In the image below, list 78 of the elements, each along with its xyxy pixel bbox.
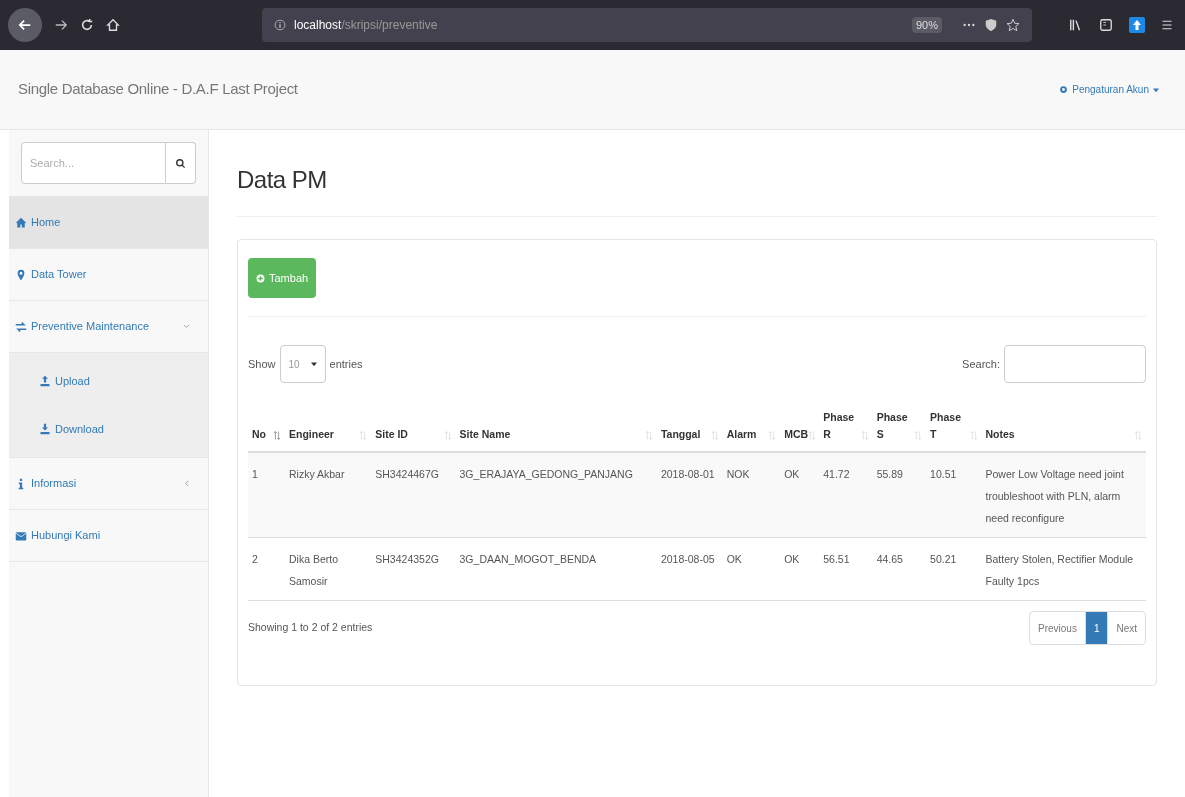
caret-icon: [310, 361, 317, 367]
pagination-button[interactable]: Previous: [1029, 612, 1085, 644]
pin-icon: [15, 268, 27, 281]
table-cell: 3G_ERAJAYA_GEDONG_PANJANG: [459, 468, 633, 480]
table-cell: NOK: [726, 468, 750, 480]
sort-ascending-icon[interactable]: [273, 430, 281, 443]
column-header[interactable]: Alarm: [726, 426, 757, 443]
column-header[interactable]: No: [252, 426, 266, 443]
add-button[interactable]: Tambah: [248, 258, 317, 298]
table-cell: 10.51: [930, 468, 957, 480]
table-cell: Power Low Voltage need joint troubleshoot with PLN, alarm need reconfigure: [985, 468, 1124, 524]
back-button[interactable]: [8, 8, 42, 42]
plus-icon: [256, 273, 265, 283]
menu-icon[interactable]: [1161, 18, 1173, 32]
column-header[interactable]: Site ID: [375, 426, 408, 443]
length-select[interactable]: 10: [279, 345, 326, 383]
table-cell: SH3424352G: [375, 553, 439, 565]
search-field[interactable]: Search...: [21, 142, 166, 184]
table-search-field[interactable]: [1004, 345, 1146, 383]
column-header[interactable]: MCB: [784, 426, 809, 443]
sidebar-icon[interactable]: [1099, 18, 1113, 32]
home-icon[interactable]: [106, 18, 120, 32]
forward-icon[interactable]: [54, 18, 68, 32]
table-cell: SH3424467G: [375, 468, 439, 480]
zoom-level[interactable]: 90%: [911, 16, 942, 34]
table-cell: 2: [252, 553, 258, 565]
sidebar-subitem[interactable]: Upload: [9, 357, 208, 405]
column-header[interactable]: Notes: [985, 426, 1015, 443]
table-cell: OK: [784, 553, 800, 565]
pagination-button[interactable]: Next: [1107, 612, 1145, 644]
length-label: entries: [329, 356, 363, 372]
table-cell: 44.65: [876, 553, 903, 565]
address-bar[interactable]: localhost/skripsi/preventive 90%: [262, 8, 1032, 42]
download-icon: [39, 423, 51, 435]
column-header[interactable]: Site Name: [459, 426, 511, 443]
table-cell: OK: [784, 468, 800, 480]
search-label: Search:: [962, 356, 1000, 372]
url-text: localhost/skripsi/preventive: [294, 17, 438, 34]
length-label: Show: [248, 356, 276, 372]
info-icon: [274, 19, 286, 31]
reload-icon[interactable]: [80, 18, 94, 32]
upload-icon: [39, 375, 51, 387]
column-header[interactable]: Tanggal: [660, 426, 701, 443]
page-title: Data PM: [237, 165, 328, 195]
back-arrow-icon: [18, 18, 32, 32]
table-cell: 55.89: [876, 468, 903, 480]
table-cell: OK: [726, 553, 742, 565]
table-cell: 2018-08-01: [660, 468, 715, 480]
exchange-icon: [15, 320, 27, 333]
account-menu[interactable]: Pengaturan Akun: [1059, 82, 1167, 97]
shield-icon[interactable]: [984, 18, 998, 32]
table-cell: 41.72: [823, 468, 850, 480]
table-cell: 2018-08-05: [660, 553, 715, 565]
star-icon[interactable]: [1006, 18, 1020, 32]
caret-icon: [1153, 86, 1159, 93]
table-cell: 3G_DAAN_MOGOT_BENDA: [459, 553, 597, 565]
library-icon[interactable]: [1069, 18, 1083, 32]
table-cell: 1: [252, 468, 258, 480]
search-button[interactable]: [166, 142, 196, 184]
table-cell: Dika Berto Samosir: [289, 553, 338, 587]
search-icon: [175, 157, 186, 169]
extension-icon[interactable]: [1129, 17, 1145, 33]
table-info: Showing 1 to 2 of 2 entries: [248, 620, 373, 636]
table-cell: Battery Stolen, Rectifier Module Faulty 1pcs: [985, 553, 1134, 587]
column-header[interactable]: Phase T: [930, 409, 961, 443]
gear-icon: [1059, 85, 1069, 94]
table-cell: Rizky Akbar: [289, 468, 345, 480]
column-header[interactable]: Engineer: [289, 426, 334, 443]
table-cell: 50.21: [930, 553, 957, 565]
brand-link[interactable]: Single Database Online - D.A.F Last Project: [18, 78, 298, 101]
sidebar-subitem[interactable]: Download: [9, 405, 208, 453]
home-icon: [15, 216, 27, 229]
sidebar-item[interactable]: Home: [9, 197, 208, 249]
pagination-button[interactable]: 1: [1084, 612, 1108, 644]
column-header[interactable]: Phase R: [823, 409, 855, 443]
table-cell: 56.51: [823, 553, 850, 565]
mail-icon: [15, 529, 27, 542]
column-header[interactable]: Phase S: [876, 409, 908, 443]
